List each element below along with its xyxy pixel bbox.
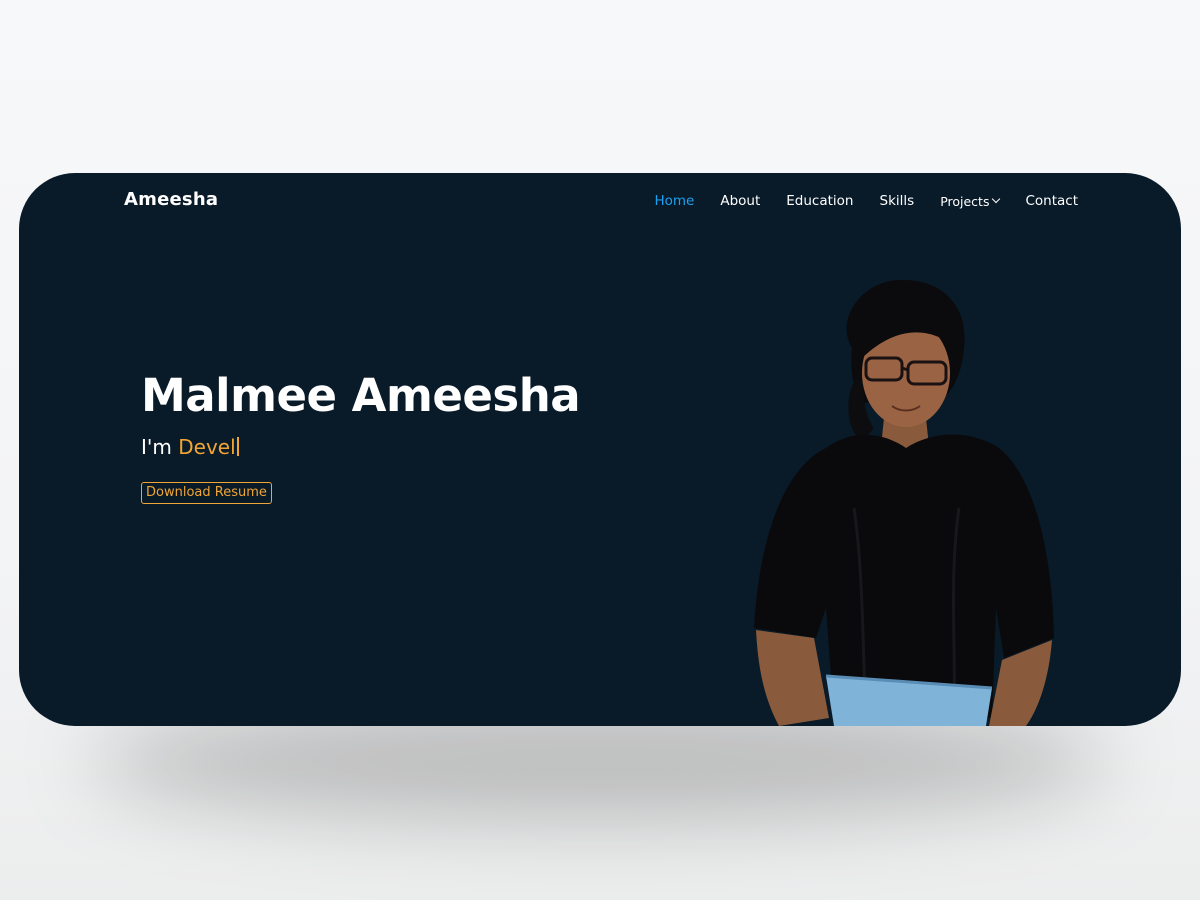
nav-home-link[interactable]: Home [654,193,694,209]
hero-intro: I'm [141,435,172,459]
page-background: Ameesha Home About Education Skills Proj… [0,0,1200,900]
hero-section: Ameesha Home About Education Skills Proj… [19,173,1181,726]
typing-caret [236,437,239,456]
nav-projects-dropdown[interactable]: Projects [940,193,1001,209]
hero-subtitle: I'm Devel [141,435,239,459]
nav-about-link[interactable]: About [720,193,760,209]
profile-portrait [754,279,1054,726]
hero-title: Malmee Ameesha [141,369,581,422]
brand-logo[interactable]: Ameesha [124,189,218,210]
main-nav: Home About Education Skills Projects Con… [628,193,1078,209]
typed-role: Devel [178,435,236,459]
nav-contact-link[interactable]: Contact [1025,193,1078,209]
download-resume-button[interactable]: Download Resume [141,482,272,504]
nav-projects-label: Projects [940,193,990,209]
chevron-down-icon [992,194,1001,204]
nav-education-link[interactable]: Education [786,193,853,209]
nav-skills-link[interactable]: Skills [880,193,915,209]
